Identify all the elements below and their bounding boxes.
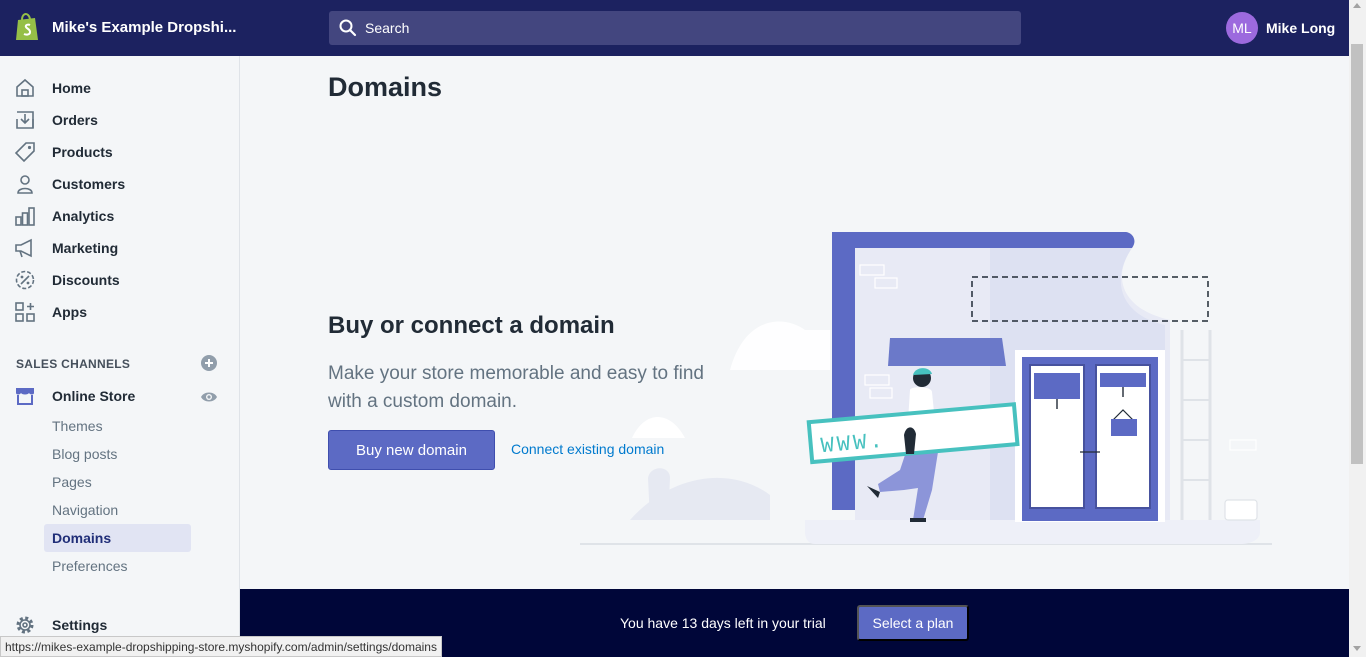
sidebar-item-marketing[interactable]: Marketing: [14, 234, 118, 262]
sidebar-subitem-themes[interactable]: Themes: [44, 412, 191, 440]
sidebar-item-label: Home: [52, 80, 91, 96]
customer-icon: [17, 175, 33, 194]
orders-icon: [16, 111, 34, 129]
buy-new-domain-button[interactable]: Buy new domain: [328, 430, 495, 470]
sales-channels-heading: SALES CHANNELS: [16, 357, 131, 371]
sidebar-subitem-pages[interactable]: Pages: [44, 468, 191, 496]
store-switcher[interactable]: Mike's Example Dropshi...: [14, 12, 236, 42]
gear-icon: [16, 616, 34, 634]
sidebar-item-settings[interactable]: Settings: [14, 611, 107, 639]
sidebar-item-label: Apps: [52, 304, 87, 320]
sidebar-subitem-domains[interactable]: Domains: [44, 524, 191, 552]
sidebar-item-orders[interactable]: Orders: [14, 106, 98, 134]
sidebar-item-apps[interactable]: Apps: [14, 298, 87, 326]
sidebar-subitem-navigation[interactable]: Navigation: [44, 496, 191, 524]
sidebar-item-label: Discounts: [52, 272, 120, 288]
status-bar-url: https://mikes-example-dropshipping-store…: [0, 636, 442, 657]
sidebar-subitem-preferences[interactable]: Preferences: [44, 552, 191, 580]
sidebar-item-analytics[interactable]: Analytics: [14, 202, 114, 230]
store-name: Mike's Example Dropshi...: [52, 18, 237, 36]
megaphone-icon: [15, 238, 32, 258]
search-placeholder: Search: [365, 20, 410, 36]
sidebar-item-home[interactable]: Home: [14, 74, 91, 102]
sidebar-item-label: Marketing: [52, 240, 119, 256]
sidebar-item-label: Orders: [52, 112, 98, 128]
apps-icon: [15, 302, 35, 322]
sidebar: Home Orders Products Customers Analytics…: [0, 56, 240, 657]
sidebar-item-label: Customers: [52, 176, 126, 192]
user-menu[interactable]: ML Mike Long: [1226, 12, 1335, 44]
sidebar-item-discounts[interactable]: Discounts: [14, 266, 120, 294]
discount-icon: [15, 270, 35, 290]
scroll-down-arrow-icon[interactable]: [1353, 646, 1361, 651]
empty-state-body: Make your store memorable and easy to fi…: [328, 363, 704, 412]
sidebar-item-online-store[interactable]: Online Store: [14, 382, 135, 410]
home-icon: [16, 78, 34, 97]
avatar: ML: [1226, 12, 1258, 44]
page-title: Domains: [328, 72, 443, 102]
analytics-icon: [15, 207, 35, 226]
scroll-up-arrow-icon[interactable]: [1353, 3, 1361, 8]
tag-icon: [14, 142, 35, 163]
sidebar-item-label: Settings: [52, 617, 108, 633]
select-plan-button[interactable]: Select a plan: [857, 605, 969, 641]
page-scrollbar[interactable]: [1349, 0, 1366, 657]
sidebar-item-products[interactable]: Products: [14, 138, 113, 166]
sidebar-item-customers[interactable]: Customers: [14, 170, 125, 198]
connect-existing-domain-link[interactable]: Connect existing domain: [511, 441, 664, 457]
empty-state-heading: Buy or connect a domain: [328, 312, 615, 339]
search-input[interactable]: Search: [329, 11, 1021, 45]
sidebar-item-label: Products: [52, 144, 113, 160]
top-bar: Mike's Example Dropshi... Search ML Mike…: [0, 0, 1366, 56]
scrollbar-thumb[interactable]: [1351, 44, 1363, 464]
sidebar-item-label: Analytics: [52, 208, 115, 224]
trial-message: You have 13 days left in your trial: [620, 615, 826, 631]
store-icon: [16, 388, 34, 405]
sidebar-subitem-blog-posts[interactable]: Blog posts: [44, 440, 191, 468]
user-name: Mike Long: [1266, 20, 1336, 36]
sidebar-item-label: Online Store: [52, 388, 136, 404]
eye-icon[interactable]: [200, 388, 218, 406]
shopify-bag-icon: [16, 13, 38, 40]
add-channel-icon[interactable]: [200, 354, 218, 372]
search-icon: [339, 19, 357, 37]
